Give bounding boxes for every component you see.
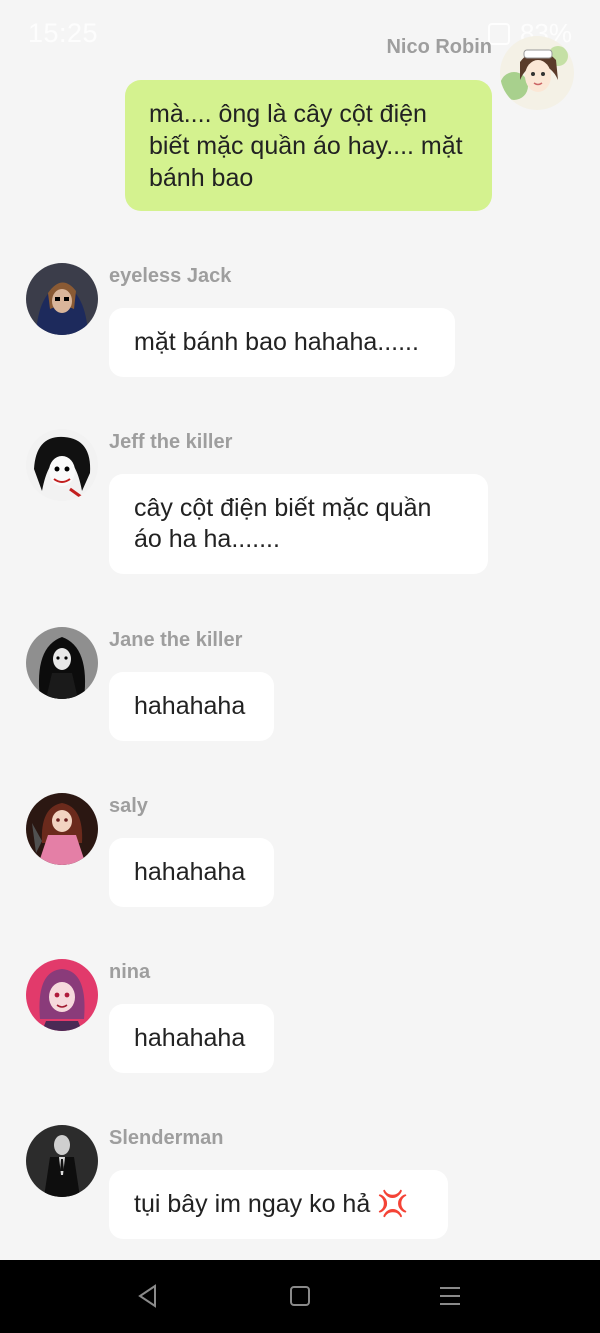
sender-name: Slenderman xyxy=(109,1127,224,1149)
message-bubble[interactable]: hahahaha xyxy=(109,838,274,907)
status-time: 15:25 xyxy=(28,18,99,48)
message-bubble[interactable]: tụi bây im ngay ko hả 💢 xyxy=(109,1170,448,1239)
dark-girl-avatar[interactable] xyxy=(26,627,98,699)
chat-screen: 15:25 83% Nico Robin mà.... ông là cây c… xyxy=(0,0,600,1260)
navigation-bar xyxy=(0,1260,600,1333)
anime-girl-avatar[interactable] xyxy=(500,36,574,110)
message-bubble[interactable]: cây cột điện biết mặc quần áo ha ha.....… xyxy=(109,474,488,574)
sender-name: Jane the killer xyxy=(109,629,243,651)
slenderman-avatar[interactable] xyxy=(26,1125,98,1197)
sender-name: Jeff the killer xyxy=(109,431,233,453)
hooded-figure-avatar[interactable] xyxy=(26,263,98,335)
back-triangle-icon[interactable] xyxy=(137,1284,159,1308)
message-bubble[interactable]: hahahaha xyxy=(109,1004,274,1073)
pink-dress-girl-avatar[interactable] xyxy=(26,793,98,865)
message-bubble[interactable]: mặt bánh bao hahaha...... xyxy=(109,308,455,377)
pink-hair-girl-avatar[interactable] xyxy=(26,959,98,1031)
sender-name: eyeless Jack xyxy=(109,265,232,287)
pale-face-avatar[interactable] xyxy=(26,429,98,501)
sender-name: nina xyxy=(109,961,151,983)
sender-name: saly xyxy=(109,795,148,817)
recents-menu-icon[interactable] xyxy=(439,1284,461,1308)
self-message-bubble[interactable]: mà.... ông là cây cột điện biết mặc quần… xyxy=(125,80,492,211)
message-bubble[interactable]: hahahaha xyxy=(109,672,274,741)
home-square-icon[interactable] xyxy=(289,1284,311,1308)
sender-name: Nico Robin xyxy=(386,36,492,58)
